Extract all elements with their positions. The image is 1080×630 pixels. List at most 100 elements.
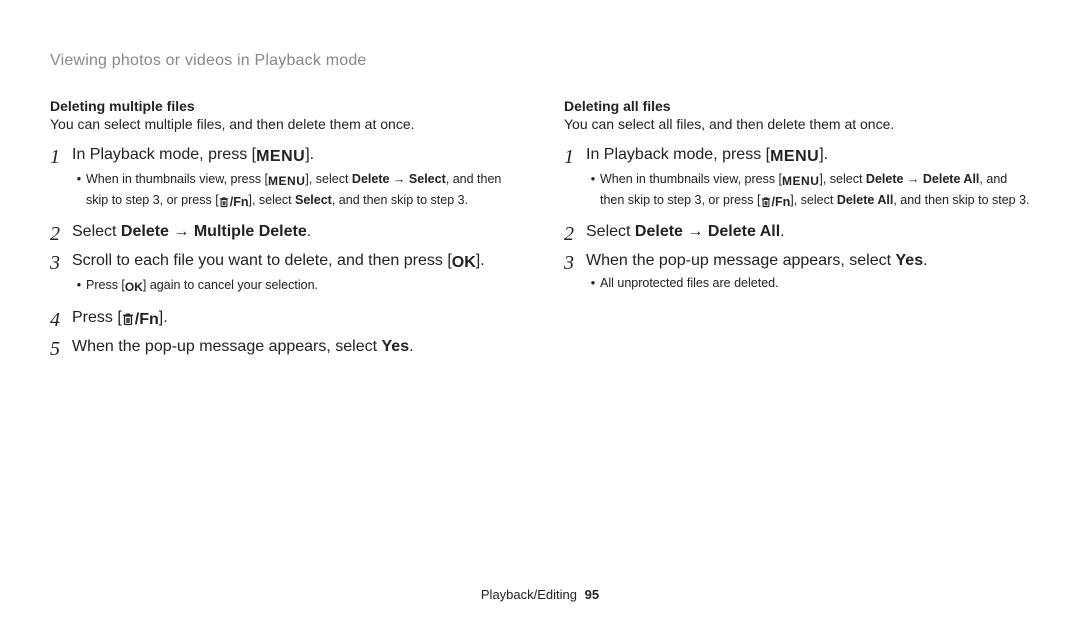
step-body: In Playback mode, press [MENU]. When in … bbox=[72, 144, 516, 217]
step-2: 2 Select Delete → Multiple Delete. bbox=[50, 221, 516, 246]
text: , and then skip to step 3. bbox=[893, 193, 1029, 207]
text: All unprotected files are deleted. bbox=[600, 274, 779, 292]
text: . bbox=[307, 223, 311, 240]
trash-fn-button-label: /Fn bbox=[219, 193, 249, 211]
column-delete-multiple: Deleting multiple files You can select m… bbox=[50, 98, 516, 365]
step-1: 1 In Playback mode, press [MENU]. When i… bbox=[564, 144, 1030, 217]
sub-bullet: All unprotected files are deleted. bbox=[586, 274, 1030, 292]
steps-list: 1 In Playback mode, press [MENU]. When i… bbox=[564, 144, 1030, 298]
step-body: When the pop-up message appears, select … bbox=[72, 336, 516, 358]
footer-section: Playback/Editing bbox=[481, 587, 577, 602]
trash-icon bbox=[761, 196, 771, 208]
manual-page: Viewing photos or videos in Playback mod… bbox=[0, 0, 1080, 630]
bold-text: Select bbox=[409, 172, 446, 186]
text: Select bbox=[72, 223, 121, 240]
text: When in thumbnails view, press [ bbox=[600, 172, 782, 186]
menu-button-label: MENU bbox=[256, 146, 305, 168]
arrow: → bbox=[683, 223, 708, 240]
step-body: When the pop-up message appears, select … bbox=[586, 250, 1030, 299]
trash-icon bbox=[219, 196, 229, 208]
text: ]. bbox=[476, 252, 485, 269]
text: . bbox=[923, 252, 927, 269]
step-number: 5 bbox=[50, 336, 72, 361]
sub-bullets: Press [OK] again to cancel your selectio… bbox=[72, 276, 516, 296]
step-3: 3 Scroll to each file you want to delete… bbox=[50, 250, 516, 303]
text: , and then skip to step 3. bbox=[332, 193, 468, 207]
bold-text: Select bbox=[295, 193, 332, 207]
sub-bullets: When in thumbnails view, press [MENU], s… bbox=[72, 170, 516, 211]
step-number: 3 bbox=[564, 250, 586, 275]
text: ]. bbox=[305, 146, 314, 163]
step-number: 2 bbox=[564, 221, 586, 246]
bold-text: Delete All bbox=[923, 172, 980, 186]
fn-label: Fn bbox=[775, 195, 790, 209]
sub-bullet: Press [OK] again to cancel your selectio… bbox=[72, 276, 516, 296]
text: Scroll to each file you want to delete, … bbox=[72, 252, 452, 269]
text: ], select bbox=[305, 172, 352, 186]
step-number: 2 bbox=[50, 221, 72, 246]
arrow: → bbox=[169, 223, 194, 240]
trash-fn-button-label: /Fn bbox=[122, 309, 159, 331]
text: . bbox=[780, 223, 784, 240]
bold-text: Yes bbox=[382, 338, 410, 355]
sub-bullets: When in thumbnails view, press [MENU], s… bbox=[586, 170, 1030, 211]
fn-label: Fn bbox=[139, 311, 159, 328]
text: ], select bbox=[248, 193, 295, 207]
sub-bullets: All unprotected files are deleted. bbox=[586, 274, 1030, 292]
step-body: Select Delete → Multiple Delete. bbox=[72, 221, 516, 243]
section-title: Deleting multiple files bbox=[50, 98, 516, 114]
text: ]. bbox=[819, 146, 828, 163]
bold-text: Multiple Delete bbox=[194, 223, 307, 240]
text: Press [ bbox=[86, 278, 125, 292]
step-number: 4 bbox=[50, 307, 72, 332]
menu-button-label: MENU bbox=[782, 173, 819, 190]
fn-label: Fn bbox=[233, 195, 248, 209]
ok-button-label: OK bbox=[452, 252, 476, 274]
step-4: 4 Press [/Fn]. bbox=[50, 307, 516, 332]
step-number: 1 bbox=[50, 144, 72, 169]
page-footer: Playback/Editing 95 bbox=[0, 587, 1080, 602]
text: In Playback mode, press [ bbox=[72, 146, 256, 163]
section-title: Deleting all files bbox=[564, 98, 1030, 114]
step-number: 1 bbox=[564, 144, 586, 169]
content-columns: Deleting multiple files You can select m… bbox=[50, 98, 1030, 365]
bold-text: Delete bbox=[866, 172, 904, 186]
step-number: 3 bbox=[50, 250, 72, 275]
bold-text: Delete All bbox=[708, 223, 780, 240]
text: ] again to cancel your selection. bbox=[143, 278, 318, 292]
steps-list: 1 In Playback mode, press [MENU]. When i… bbox=[50, 144, 516, 361]
step-3: 3 When the pop-up message appears, selec… bbox=[564, 250, 1030, 299]
text: ]. bbox=[159, 309, 168, 326]
text: . bbox=[409, 338, 413, 355]
sub-bullet: When in thumbnails view, press [MENU], s… bbox=[586, 170, 1030, 211]
arrow: → bbox=[389, 172, 408, 186]
bold-text: Delete bbox=[635, 223, 683, 240]
step-2: 2 Select Delete → Delete All. bbox=[564, 221, 1030, 246]
ok-button-label: OK bbox=[125, 279, 143, 296]
bold-text: Delete All bbox=[837, 193, 894, 207]
text: When the pop-up message appears, select bbox=[586, 252, 896, 269]
page-header: Viewing photos or videos in Playback mod… bbox=[50, 52, 1030, 70]
menu-button-label: MENU bbox=[770, 146, 819, 168]
text: ], select bbox=[819, 172, 866, 186]
text: ], select bbox=[790, 193, 837, 207]
bold-text: Delete bbox=[352, 172, 390, 186]
column-delete-all: Deleting all files You can select all fi… bbox=[564, 98, 1030, 365]
menu-button-label: MENU bbox=[268, 173, 305, 190]
text: When in thumbnails view, press [ bbox=[86, 172, 268, 186]
sub-bullet: When in thumbnails view, press [MENU], s… bbox=[72, 170, 516, 211]
text: In Playback mode, press [ bbox=[586, 146, 770, 163]
bold-text: Delete bbox=[121, 223, 169, 240]
trash-fn-button-label: /Fn bbox=[761, 193, 791, 211]
step-body: In Playback mode, press [MENU]. When in … bbox=[586, 144, 1030, 217]
step-5: 5 When the pop-up message appears, selec… bbox=[50, 336, 516, 361]
text: When the pop-up message appears, select bbox=[72, 338, 382, 355]
step-body: Select Delete → Delete All. bbox=[586, 221, 1030, 243]
step-body: Scroll to each file you want to delete, … bbox=[72, 250, 516, 303]
step-1: 1 In Playback mode, press [MENU]. When i… bbox=[50, 144, 516, 217]
bold-text: Yes bbox=[896, 252, 924, 269]
text: Press [ bbox=[72, 309, 122, 326]
footer-page-number: 95 bbox=[585, 587, 599, 602]
section-desc: You can select multiple files, and then … bbox=[50, 116, 516, 132]
step-body: Press [/Fn]. bbox=[72, 307, 516, 331]
